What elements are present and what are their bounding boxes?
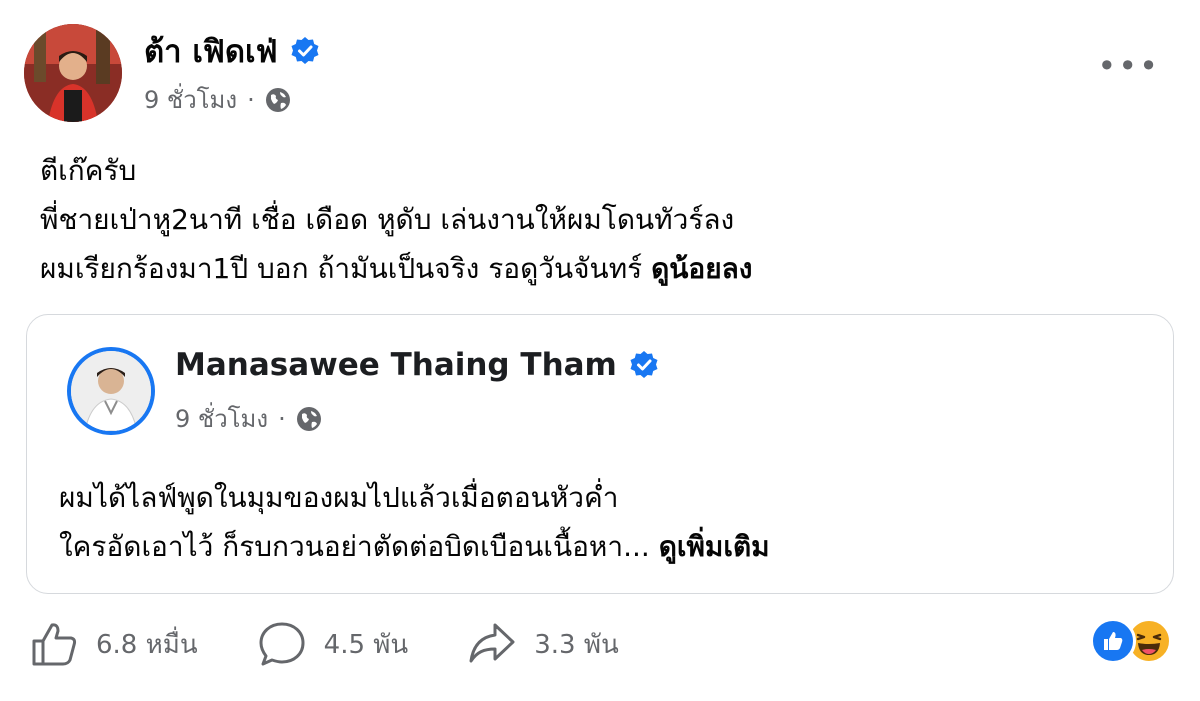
post-text: ตีเก๊ครับ พี่ชายเป่าหู2นาที เชื่อ เดือด … <box>40 146 752 293</box>
shared-text-line: ผมได้ไลฟ์พูดในมุมของผมไปแล้วเมื่อตอนหัวค… <box>59 481 619 514</box>
share-icon <box>468 621 516 667</box>
meta-separator: · <box>247 85 255 114</box>
author-name-row: ต้า เฟิดเฟ่ <box>144 26 320 76</box>
shared-post-meta: 9 ชั่วโมง · <box>175 399 322 438</box>
like-button[interactable]: 6.8 หมื่น <box>30 621 198 667</box>
verified-badge-icon <box>629 350 659 380</box>
post-text-line-content: ผมเรียกร้องมา1ปี บอก ถ้ามันเป็นจริง รอดู… <box>40 252 652 285</box>
post-card: ต้า เฟิดเฟ่ 9 ชั่วโมง · ••• ตีเก๊ครับ พี… <box>0 0 1200 701</box>
meta-separator: · <box>278 404 286 433</box>
more-options-icon[interactable]: ••• <box>1097 50 1160 82</box>
globe-icon[interactable] <box>265 87 291 113</box>
comment-count: 4.5 พัน <box>323 629 409 660</box>
like-count: 6.8 หมื่น <box>96 629 198 660</box>
like-icon <box>30 621 78 667</box>
shared-post-time[interactable]: 9 ชั่วโมง <box>175 399 268 438</box>
post-actions: 6.8 หมื่น 4.5 พัน 3.3 พัน <box>30 616 679 672</box>
share-button[interactable]: 3.3 พัน <box>468 621 619 667</box>
shared-post-card[interactable]: Manasawee Thaing Tham 9 ชั่วโมง · ผมได้ไ… <box>26 314 1174 594</box>
shared-text-line-content: ใครอัดเอาไว้ ก็รบกวนอย่าตัดต่อบิดเบือนเน… <box>59 530 659 563</box>
post-text-line: พี่ชายเป่าหู2นาที เชื่อ เดือด หูดับ เล่น… <box>40 203 735 236</box>
shared-text-line: ใครอัดเอาไว้ ก็รบกวนอย่าตัดต่อบิดเบือนเน… <box>59 522 770 571</box>
comment-icon <box>258 621 306 667</box>
reactions-summary[interactable] <box>1090 618 1172 664</box>
shared-author-name-row: Manasawee Thaing Tham <box>175 347 659 383</box>
verified-badge-icon <box>290 36 320 66</box>
post-text-line: ผมเรียกร้องมา1ปี บอก ถ้ามันเป็นจริง รอดู… <box>40 244 752 293</box>
author-name[interactable]: ต้า เฟิดเฟ่ <box>144 26 278 76</box>
globe-icon[interactable] <box>296 406 322 432</box>
post-time[interactable]: 9 ชั่วโมง <box>144 80 237 119</box>
comment-button[interactable]: 4.5 พัน <box>258 621 409 667</box>
see-more-link[interactable]: ดูเพิ่มเติม <box>659 530 770 563</box>
see-less-link[interactable]: ดูน้อยลง <box>651 252 752 285</box>
like-reaction-icon <box>1090 618 1136 664</box>
post-text-line: ตีเก๊ครับ <box>40 154 137 187</box>
shared-author-avatar[interactable] <box>67 347 155 435</box>
share-count: 3.3 พัน <box>534 629 619 660</box>
shared-post-text: ผมได้ไลฟ์พูดในมุมของผมไปแล้วเมื่อตอนหัวค… <box>59 473 770 571</box>
author-avatar[interactable] <box>24 24 122 122</box>
shared-author-name[interactable]: Manasawee Thaing Tham <box>175 347 617 383</box>
post-meta: 9 ชั่วโมง · <box>144 80 291 119</box>
